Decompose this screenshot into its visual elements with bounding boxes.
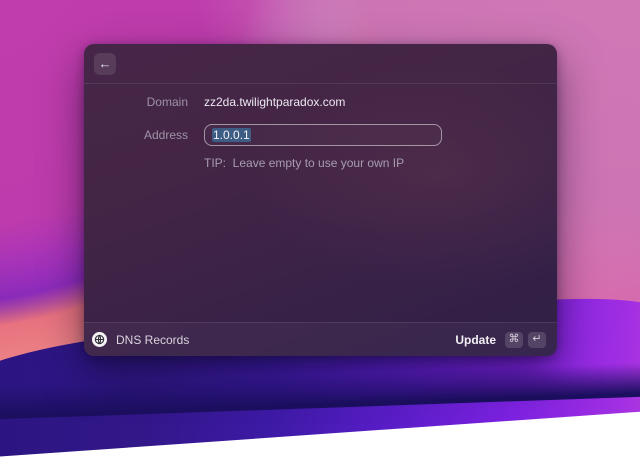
address-input[interactable]: 1.0.0.1 [204,124,442,146]
footer-bar: DNS Records Update ⌘ ↵ [84,322,557,356]
return-key-icon: ↵ [528,331,546,348]
domain-label: Domain [146,95,188,109]
address-label: Address [143,128,188,142]
window-header: ← [84,44,557,84]
address-row: Address 1.0.0.1 [84,124,557,146]
command-key-icon: ⌘ [505,331,523,348]
form: Domain zz2da.twilightparadox.com Address… [84,84,557,172]
globe-icon [92,332,107,347]
domain-value: zz2da.twilightparadox.com [204,95,346,109]
tip-text: TIP: Leave empty to use your own IP [204,156,405,170]
desktop: { "window": { "header": { "back_icon": "… [0,0,640,458]
update-label: Update [455,332,496,347]
update-action-button[interactable]: Update ⌘ ↵ [452,330,549,350]
address-selected-text: 1.0.0.1 [212,128,251,142]
back-arrow-icon: ← [98,56,112,71]
extension-name: DNS Records [116,332,190,347]
back-button[interactable]: ← [94,52,116,75]
domain-row: Domain zz2da.twilightparadox.com [84,94,557,110]
dns-records-window: ← Domain zz2da.twilightparadox.com Addre… [84,44,557,356]
footer-app-info: DNS Records [92,332,452,347]
